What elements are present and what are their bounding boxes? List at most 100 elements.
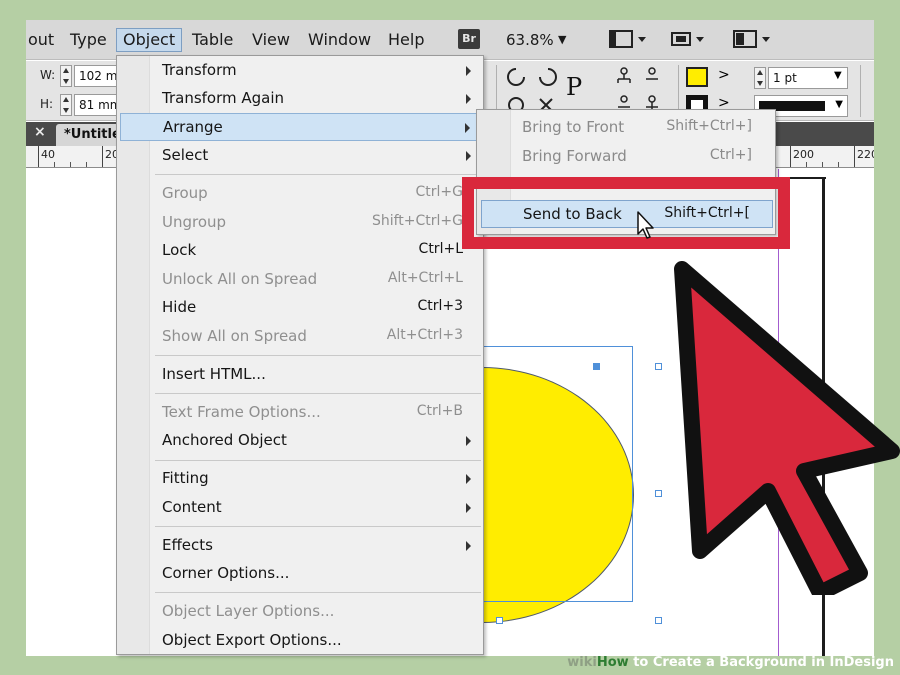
menu-item-label: Hide: [162, 298, 197, 316]
width-field[interactable]: 102 m: [74, 65, 118, 87]
menu-item-fitting[interactable]: Fitting: [151, 465, 481, 493]
menu-item-label: Ungroup: [162, 213, 227, 231]
selection-handle[interactable]: [496, 617, 503, 624]
ruler-tick: [854, 146, 855, 167]
menu-separator: [155, 174, 481, 175]
menu-separator: [155, 526, 481, 527]
stroke-type-dropdown-icon: ▼: [835, 99, 843, 110]
bridge-button[interactable]: Br: [458, 29, 480, 49]
menu-item-shortcut: Ctrl+]: [709, 147, 752, 163]
red-arrow-icon: [674, 261, 900, 595]
menu-item-bring-forward[interactable]: Bring Forward Ctrl+]: [512, 143, 774, 171]
menu-item-hide[interactable]: Hide Ctrl+3: [151, 294, 481, 322]
stroke-weight-stepper[interactable]: [754, 67, 766, 89]
object-menu: Transform Transform Again Arrange Select…: [116, 55, 484, 655]
menu-item-lock[interactable]: Lock Ctrl+L: [151, 237, 481, 265]
menu-item-shortcut: Ctrl+L: [418, 241, 463, 257]
menu-item-label: Fitting: [162, 469, 209, 487]
submenu-arrow-icon: [466, 151, 471, 161]
rotate-icons[interactable]: [504, 65, 560, 89]
submenu-arrow-icon: [466, 436, 471, 446]
close-tab-icon[interactable]: ×: [34, 124, 46, 140]
menu-item-object-export-options[interactable]: Object Export Options...: [151, 627, 481, 655]
selection-frame[interactable]: [473, 346, 633, 602]
menu-item-object-layer-options[interactable]: Object Layer Options...: [151, 598, 481, 626]
caption-text: to Create a Background in InDesign: [628, 655, 894, 670]
menu-item-select[interactable]: Select: [151, 142, 481, 170]
menu-item-shortcut: Alt+Ctrl+3: [386, 327, 463, 343]
ruler-label: 220: [857, 148, 874, 161]
selection-handle[interactable]: [593, 363, 600, 370]
menu-item-insert-html[interactable]: Insert HTML...: [151, 361, 481, 389]
menu-item-shortcut: Ctrl+G: [415, 184, 464, 200]
fill-dropdown-icon[interactable]: >: [718, 67, 730, 83]
menu-item-label: Select: [162, 146, 209, 164]
menu-item-label: Object Export Options...: [162, 631, 342, 649]
ruler-tick: [790, 146, 791, 167]
menu-item-label: Transform: [162, 61, 237, 79]
menu-separator: [155, 460, 481, 461]
menu-item-show-all[interactable]: Show All on Spread Alt+Ctrl+3: [151, 323, 481, 351]
menu-view[interactable]: View: [246, 29, 296, 53]
menu-item-arrange[interactable]: Arrange: [120, 113, 481, 141]
menu-item-label: Bring to Front: [522, 118, 625, 136]
height-field[interactable]: 81 mm: [74, 94, 118, 116]
screen-mode-icon[interactable]: [608, 29, 648, 51]
selection-handle[interactable]: [655, 617, 662, 624]
zoom-level[interactable]: 63.8%: [506, 28, 554, 52]
ruler-tick: [102, 146, 103, 167]
menu-item-unlock-all[interactable]: Unlock All on Spread Alt+Ctrl+L: [151, 266, 481, 294]
menu-item-group[interactable]: Group Ctrl+G: [151, 180, 481, 208]
menu-item-corner-options[interactable]: Corner Options...: [151, 560, 481, 588]
view-options-icon[interactable]: [668, 29, 708, 51]
wikihow-logo-wiki: wiki: [567, 655, 597, 670]
menu-table[interactable]: Table: [186, 29, 239, 53]
submenu-arrow-icon: [466, 541, 471, 551]
menu-bar: out Type Object Table View Window Help B…: [26, 20, 874, 60]
menu-item-transform[interactable]: Transform: [151, 57, 481, 85]
zoom-dropdown-icon[interactable]: ▼: [558, 28, 566, 52]
menu-item-shortcut: Shift+Ctrl+]: [666, 118, 752, 134]
menu-item-transform-again[interactable]: Transform Again: [151, 85, 481, 113]
menu-item-shortcut: Ctrl+B: [416, 403, 463, 419]
menu-item-label: Content: [162, 498, 222, 516]
wikihow-logo-how: How: [596, 655, 629, 670]
menu-item-text-frame-options[interactable]: Text Frame Options... Ctrl+B: [151, 399, 481, 427]
highlight-box: [462, 177, 790, 249]
menu-item-label: Anchored Object: [162, 431, 287, 449]
menu-icon-gutter: [117, 56, 150, 654]
menu-item-content[interactable]: Content: [151, 494, 481, 522]
menu-help[interactable]: Help: [382, 29, 430, 53]
panel-divider: [860, 65, 861, 117]
width-stepper[interactable]: [60, 65, 72, 87]
arrange-documents-icon[interactable]: [732, 29, 772, 51]
stroke-weight-dropdown-icon[interactable]: ▼: [834, 70, 842, 81]
menu-item-label: Effects: [162, 536, 213, 554]
menu-item-effects[interactable]: Effects: [151, 532, 481, 560]
menu-item-shortcut: Alt+Ctrl+L: [387, 270, 463, 286]
text-frame-icon[interactable]: P: [566, 73, 582, 101]
menu-item-label: Insert HTML...: [162, 365, 266, 383]
submenu-arrow-icon: [466, 66, 471, 76]
menu-item-bring-to-front[interactable]: Bring to Front Shift+Ctrl+]: [512, 114, 774, 142]
menu-item-label: Text Frame Options...: [162, 403, 321, 421]
menu-item-anchored-object[interactable]: Anchored Object: [151, 427, 481, 455]
submenu-arrow-icon: [466, 503, 471, 513]
menu-item-shortcut: Ctrl+3: [417, 298, 463, 314]
ruler-label: 40: [41, 148, 55, 161]
menu-item-shortcut: Shift+Ctrl+G: [371, 213, 463, 229]
fill-swatch[interactable]: [686, 67, 708, 87]
menu-item-label: Show All on Spread: [162, 327, 307, 345]
menu-separator: [155, 355, 481, 356]
menu-item-label: Unlock All on Spread: [162, 270, 318, 288]
submenu-arrow-icon: [466, 94, 471, 104]
menu-separator: [155, 592, 481, 593]
menu-layout[interactable]: out: [26, 29, 60, 53]
height-stepper[interactable]: [60, 94, 72, 116]
wikihow-caption: wikiHow to Create a Background in InDesi…: [567, 655, 894, 673]
menu-item-ungroup[interactable]: Ungroup Shift+Ctrl+G: [151, 209, 481, 237]
menu-window[interactable]: Window: [302, 29, 377, 53]
menu-type[interactable]: Type: [64, 29, 113, 53]
menu-object[interactable]: Object: [116, 28, 183, 52]
page-edge: [786, 177, 826, 179]
